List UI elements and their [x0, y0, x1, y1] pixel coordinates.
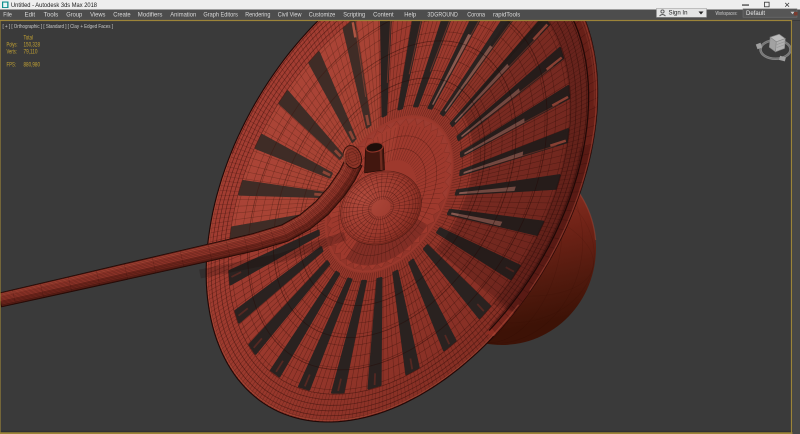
- svg-text:File: File: [3, 11, 12, 18]
- svg-text:Untitled - Autodesk 3ds Max 20: Untitled - Autodesk 3ds Max 2018: [11, 2, 98, 9]
- svg-text:[ + ] [ Orthographic ] [ Stand: [ + ] [ Orthographic ] [ Standard ] [ Cl…: [3, 24, 114, 30]
- svg-text:Animation: Animation: [170, 11, 196, 18]
- svg-text:Rendering: Rendering: [245, 11, 271, 18]
- svg-text:Customize: Customize: [309, 11, 336, 18]
- svg-text:Total: Total: [24, 36, 34, 42]
- svg-text:Views: Views: [90, 11, 105, 18]
- svg-text:Graph Editors: Graph Editors: [203, 11, 238, 18]
- svg-text:Workspaces:: Workspaces:: [716, 11, 738, 17]
- svg-text:Sign In: Sign In: [669, 10, 689, 17]
- svg-text:Scripting: Scripting: [343, 11, 365, 18]
- svg-text:Create: Create: [113, 11, 131, 18]
- svg-text:79,110: 79,110: [24, 50, 39, 56]
- svg-text:Content: Content: [373, 11, 394, 18]
- svg-text:Help: Help: [404, 11, 417, 18]
- svg-text:880,980: 880,980: [24, 63, 41, 69]
- svg-text:✕: ✕: [784, 0, 790, 9]
- svg-text:Group: Group: [66, 11, 82, 18]
- svg-text:Verts:: Verts:: [7, 50, 18, 56]
- svg-text:FPS:: FPS:: [7, 63, 17, 69]
- svg-text:Civil View: Civil View: [278, 11, 302, 18]
- svg-text:Corona: Corona: [467, 11, 485, 18]
- svg-text:3DGROUND: 3DGROUND: [427, 11, 458, 18]
- svg-text:Default: Default: [746, 11, 765, 17]
- svg-text:rapidTools: rapidTools: [493, 11, 520, 18]
- svg-text:Tools: Tools: [44, 11, 59, 18]
- svg-text:Edit: Edit: [25, 11, 36, 18]
- svg-text:Modifiers: Modifiers: [138, 11, 163, 18]
- svg-text:Polys:: Polys:: [7, 43, 18, 49]
- svg-text:150,328: 150,328: [24, 43, 41, 49]
